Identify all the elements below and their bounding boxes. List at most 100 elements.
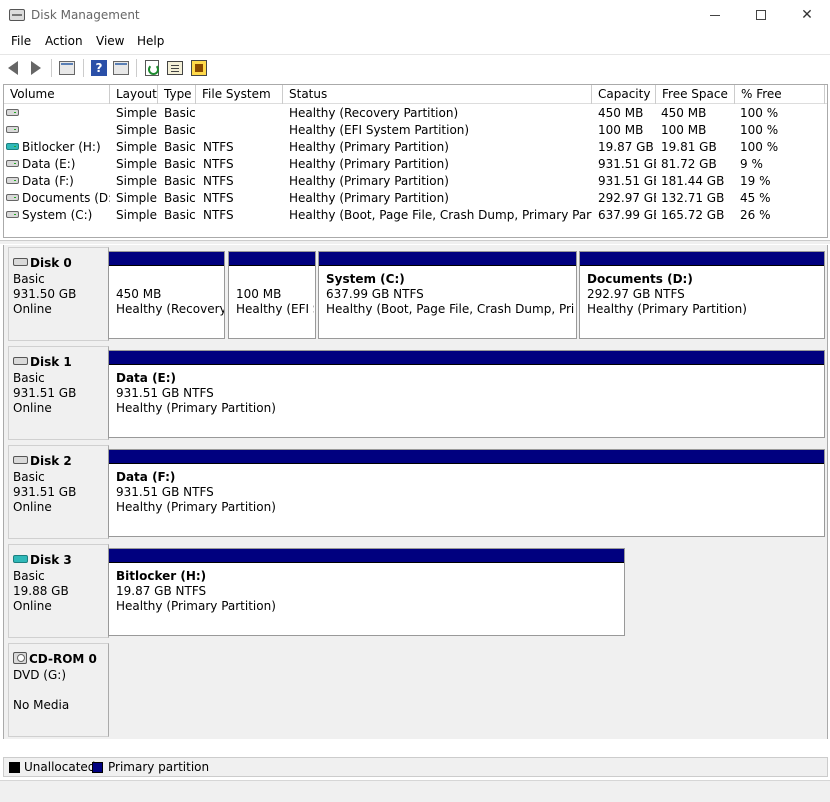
primary-partition-bar bbox=[229, 252, 315, 266]
disk-list-icon bbox=[59, 61, 75, 75]
cell-capacity: 292.97 GB bbox=[598, 191, 656, 205]
table-row[interactable]: Data (E:) Simple Basic NTFS Healthy (Primary… bbox=[4, 156, 827, 173]
cell-volume bbox=[6, 105, 110, 122]
title-bar: Disk Management ✕ bbox=[0, 0, 830, 32]
cdrom-0-label[interactable]: CD-ROM 0 DVD (G:) No Media bbox=[8, 643, 109, 737]
cdrom-icon bbox=[13, 652, 27, 664]
close-icon: ✕ bbox=[801, 7, 813, 23]
cell-type: Basic bbox=[164, 140, 196, 154]
column-header-type[interactable]: Type bbox=[158, 85, 196, 104]
partition-status: Healthy (Primary Partition) bbox=[587, 302, 747, 316]
cell-type: Basic bbox=[164, 208, 196, 222]
partition-name: System (C:) bbox=[326, 272, 405, 286]
column-header-volume[interactable]: Volume bbox=[4, 85, 110, 104]
partition-size: 292.97 GB NTFS bbox=[587, 287, 685, 301]
column-header-file-system[interactable]: File System bbox=[196, 85, 283, 104]
disk-list-button[interactable] bbox=[58, 59, 76, 77]
partition-name: Data (F:) bbox=[116, 470, 176, 484]
disk-1-partitions: Data (E:) 931.51 GB NTFS Healthy (Primar… bbox=[108, 350, 825, 438]
cell-free-space: 19.81 GB bbox=[661, 140, 717, 154]
back-button[interactable] bbox=[4, 59, 22, 77]
help-button[interactable]: ? bbox=[90, 59, 108, 77]
disk-1-label[interactable]: Disk 1 Basic 931.51 GB Online bbox=[8, 346, 109, 440]
volume-name: Bitlocker (H:) bbox=[22, 140, 101, 154]
column-header-free-space[interactable]: Free Space bbox=[656, 85, 735, 104]
refresh-button[interactable] bbox=[143, 59, 161, 77]
cdrom-0-state: No Media bbox=[13, 698, 70, 712]
table-row[interactable]: Data (F:) Simple Basic NTFS Healthy (Primary… bbox=[4, 173, 827, 190]
disk-2-label[interactable]: Disk 2 Basic 931.51 GB Online bbox=[8, 445, 109, 539]
menu-view[interactable]: View bbox=[96, 34, 124, 48]
drive-icon bbox=[6, 160, 19, 167]
minimize-button[interactable] bbox=[692, 0, 738, 30]
drive-icon bbox=[6, 109, 19, 116]
disk-3-type: Basic bbox=[13, 569, 45, 583]
partition-status: Healthy (Primary Partition) bbox=[116, 401, 276, 415]
menu-help[interactable]: Help bbox=[137, 34, 164, 48]
disk-1-partition-data-e[interactable]: Data (E:) 931.51 GB NTFS Healthy (Primar… bbox=[108, 350, 825, 438]
partition-status: Healthy (Recovery Partition) bbox=[116, 302, 224, 316]
drive-icon bbox=[6, 211, 19, 218]
disk-3-partitions: Bitlocker (H:) 19.87 GB NTFS Healthy (Pr… bbox=[108, 548, 625, 636]
column-header-capacity[interactable]: Capacity bbox=[592, 85, 656, 104]
partition-name: Documents (D:) bbox=[587, 272, 693, 286]
primary-partition-bar bbox=[109, 252, 224, 266]
disk-0-partition-recovery[interactable]: 450 MB Healthy (Recovery Partition) bbox=[108, 251, 225, 339]
disk-0-partition-efi[interactable]: 100 MB Healthy (EFI System Partition) bbox=[228, 251, 316, 339]
column-header-status[interactable]: Status bbox=[283, 85, 592, 104]
partition-size: 931.51 GB NTFS bbox=[116, 386, 214, 400]
close-button[interactable]: ✕ bbox=[784, 0, 830, 30]
partition-status: Healthy (Primary Partition) bbox=[116, 500, 276, 514]
cell-percent-free: 100 % bbox=[740, 106, 779, 120]
disk-icon bbox=[13, 258, 28, 266]
disk-0-partition-documents-d[interactable]: Documents (D:) 292.97 GB NTFS Healthy (P… bbox=[579, 251, 825, 339]
cell-type: Basic bbox=[164, 174, 196, 188]
cell-percent-free: 100 % bbox=[740, 123, 779, 137]
column-header-percent-free[interactable]: % Free bbox=[735, 85, 825, 104]
cell-file-system: NTFS bbox=[203, 208, 234, 222]
table-row[interactable]: Bitlocker (H:) Simple Basic NTFS Healthy (Pr… bbox=[4, 139, 827, 156]
unallocated-swatch bbox=[9, 762, 20, 773]
primary-partition-bar bbox=[109, 549, 624, 563]
cell-type: Basic bbox=[164, 106, 196, 120]
cell-file-system: NTFS bbox=[203, 157, 234, 171]
cell-status: Healthy (Boot, Page File, Crash Dump, Pr… bbox=[289, 208, 592, 222]
column-header-layout[interactable]: Layout bbox=[110, 85, 158, 104]
wizard-icon bbox=[191, 60, 207, 76]
disk-0-state: Online bbox=[13, 302, 52, 316]
disk-3-partition-bitlocker-h[interactable]: Bitlocker (H:) 19.87 GB NTFS Healthy (Pr… bbox=[108, 548, 625, 636]
table-row[interactable]: Simple Basic Healthy (EFI System Partition… bbox=[4, 122, 827, 139]
volume-name: Documents (D:) bbox=[22, 191, 110, 205]
pane-splitter[interactable] bbox=[0, 240, 830, 244]
disk-2-partition-data-f[interactable]: Data (F:) 931.51 GB NTFS Healthy (Primar… bbox=[108, 449, 825, 537]
cell-percent-free: 19 % bbox=[740, 174, 771, 188]
disk-2-type: Basic bbox=[13, 470, 45, 484]
volume-name: System (C:) bbox=[22, 208, 93, 222]
properties-icon bbox=[167, 61, 183, 75]
table-row[interactable]: Documents (D:) Simple Basic NTFS Healthy (Pr… bbox=[4, 190, 827, 207]
menu-file[interactable]: File bbox=[11, 34, 31, 48]
wizard-button[interactable] bbox=[190, 59, 208, 77]
cell-type: Basic bbox=[164, 123, 196, 137]
cell-type: Basic bbox=[164, 191, 196, 205]
disk-management-app-icon bbox=[9, 9, 25, 21]
console-tree-button[interactable] bbox=[112, 59, 130, 77]
table-row[interactable]: System (C:) Simple Basic NTFS Healthy (Boot,… bbox=[4, 207, 827, 224]
cell-type: Basic bbox=[164, 157, 196, 171]
cell-percent-free: 9 % bbox=[740, 157, 763, 171]
maximize-button[interactable] bbox=[738, 0, 784, 30]
volume-list[interactable]: Volume Layout Type File System Status Ca… bbox=[3, 84, 828, 238]
disk-0-label[interactable]: Disk 0 Basic 931.50 GB Online bbox=[8, 247, 109, 341]
legend-unallocated: Unallocated bbox=[24, 760, 96, 774]
disk-3-label[interactable]: Disk 3 Basic 19.88 GB Online bbox=[8, 544, 109, 638]
cell-percent-free: 45 % bbox=[740, 191, 771, 205]
cell-free-space: 181.44 GB bbox=[661, 174, 725, 188]
partition-name: Data (E:) bbox=[116, 371, 177, 385]
properties-button[interactable] bbox=[166, 59, 184, 77]
menu-action[interactable]: Action bbox=[45, 34, 83, 48]
forward-button[interactable] bbox=[27, 59, 45, 77]
table-row[interactable]: Simple Basic Healthy (Recovery Partition) 4… bbox=[4, 105, 827, 122]
disk-0-partition-system-c[interactable]: System (C:) 637.99 GB NTFS Healthy (Boot… bbox=[318, 251, 577, 339]
cell-layout: Simple bbox=[116, 208, 157, 222]
legend-bar: Unallocated Primary partition bbox=[3, 757, 828, 777]
